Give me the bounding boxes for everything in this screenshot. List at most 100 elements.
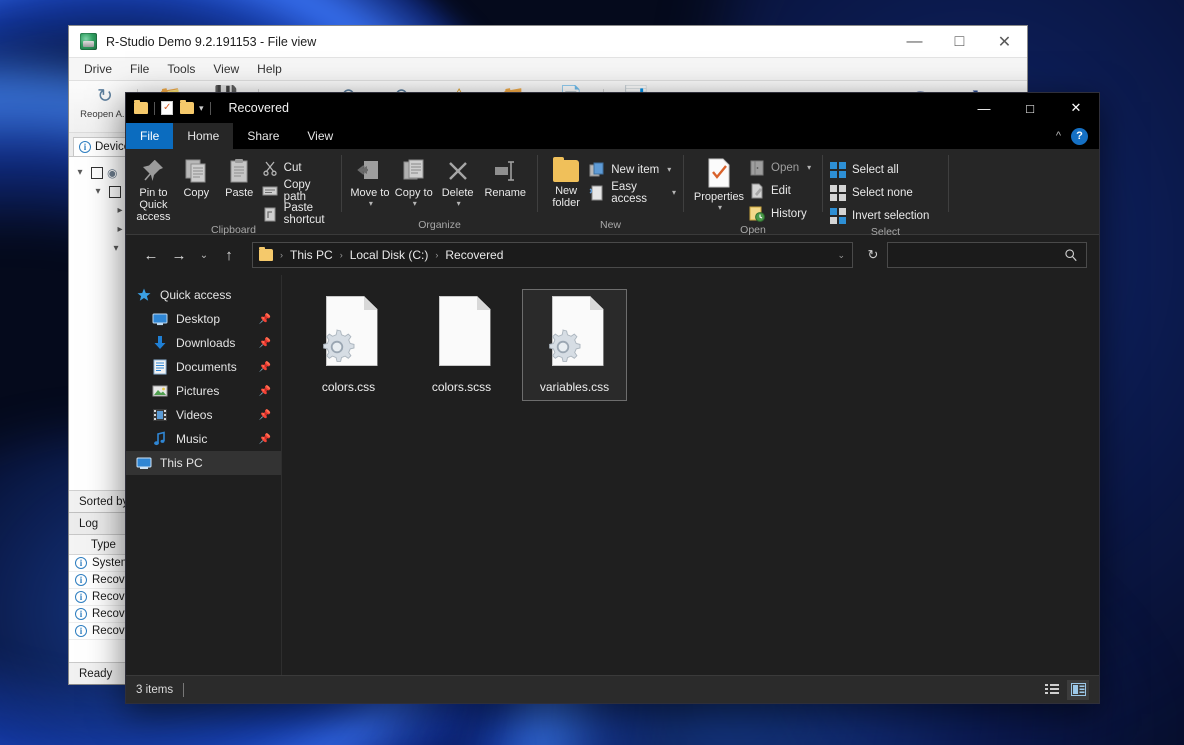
sidebar-item-quick-access[interactable]: Quick access [126,283,281,307]
explorer-minimize-button[interactable]: — [961,93,1007,123]
customize-arrow-icon[interactable]: ▾ [199,103,204,114]
history-button[interactable]: History [749,204,811,223]
rstudio-menubar[interactable]: Drive File Tools View Help [69,58,1027,81]
rstudio-window-controls[interactable]: — □ ✕ [892,26,1027,58]
pin-icon[interactable]: 📌 [259,434,271,445]
chevron-down-icon[interactable]: ▾ [718,203,722,212]
rstudio-titlebar[interactable]: R-Studio Demo 9.2.191153 - File view — □… [69,26,1027,58]
select-all-button[interactable]: Select all [830,160,929,179]
rstudio-close-button[interactable]: ✕ [982,26,1027,58]
pin-icon[interactable]: 📌 [259,314,271,325]
file-item[interactable]: variables.css [522,289,627,401]
chevron-down-icon[interactable]: ▾ [413,199,417,208]
pin-icon[interactable]: 📌 [259,386,271,397]
chevron-down-icon[interactable]: ▾ [73,167,87,178]
pin-icon[interactable]: 📌 [259,410,271,421]
select-none-button[interactable]: Select none [830,183,929,202]
new-item-button[interactable]: New item ▾ [589,160,676,179]
file-list-area[interactable]: colors.css colors.scss variables.css [282,275,1099,675]
menu-file[interactable]: File [121,59,158,79]
menu-tools[interactable]: Tools [158,59,204,79]
explorer-close-button[interactable]: ✕ [1053,93,1099,123]
cut-button[interactable]: Cut [262,158,334,177]
breadcrumb-local-disk[interactable]: Local Disk (C:) [346,248,433,262]
paste-button[interactable]: Paste [219,155,260,199]
explorer-maximize-button[interactable]: □ [1007,93,1053,123]
breadcrumb-recovered[interactable]: Recovered [441,248,507,262]
rstudio-maximize-button[interactable]: □ [937,26,982,58]
delete-button[interactable]: Delete ▾ [437,155,479,208]
move-to-button[interactable]: Move to ▾ [349,155,391,208]
sidebar-item-downloads[interactable]: Downloads 📌 [126,331,281,355]
pin-icon[interactable]: 📌 [259,362,271,373]
pin-to-quick-access-button[interactable]: Pin to Quick access [133,155,174,223]
copy-button[interactable]: Copy [176,155,217,199]
properties-icon[interactable] [161,101,173,115]
menu-drive[interactable]: Drive [75,59,121,79]
file-explorer-window[interactable]: ▾ Recovered — □ ✕ File Home Share View ^… [125,92,1100,704]
chevron-down-icon[interactable]: ▾ [807,163,811,172]
sidebar-item-music[interactable]: Music 📌 [126,427,281,451]
tree-checkbox[interactable] [91,166,103,179]
collapse-ribbon-icon[interactable]: ^ [1056,130,1061,142]
navigation-bar[interactable]: ← → ⌄ ↑ › This PC › Local Disk (C:) › Re… [126,235,1099,275]
copy-path-button[interactable]: Copy path [262,179,334,203]
sidebar-item-videos[interactable]: Videos 📌 [126,403,281,427]
copy-to-button[interactable]: Copy to ▾ [393,155,435,208]
menu-help[interactable]: Help [248,59,291,79]
menu-view[interactable]: View [204,59,248,79]
chevron-down-icon[interactable]: ▾ [369,199,373,208]
tab-share[interactable]: Share [233,123,293,149]
breadcrumb-this-pc[interactable]: This PC [286,248,337,262]
tab-home[interactable]: Home [173,123,234,149]
details-view-button[interactable] [1041,680,1063,700]
open-button[interactable]: Open ▾ [749,158,811,177]
pin-icon[interactable]: 📌 [259,338,271,349]
toolbar-reopen-label: Reopen A... [80,109,130,120]
search-input[interactable] [896,248,1064,262]
up-button[interactable]: ↑ [216,242,242,268]
tab-view[interactable]: View [293,123,347,149]
properties-button[interactable]: Properties ▾ [691,155,747,212]
sidebar-item-documents[interactable]: Documents 📌 [126,355,281,379]
new-folder-button[interactable]: New folder [545,155,587,209]
ribbon[interactable]: Pin to Quick access Copy Paste Cut Copy … [126,149,1099,238]
tree-checkbox[interactable] [109,185,121,198]
sidebar-item-this-pc[interactable]: This PC [126,451,281,475]
folder-icon[interactable] [134,100,148,114]
view-mode-buttons[interactable] [1041,679,1089,700]
chevron-down-icon[interactable]: ▾ [109,243,123,254]
address-bar[interactable]: › This PC › Local Disk (C:) › Recovered … [252,242,853,268]
sidebar-item-desktop[interactable]: Desktop 📌 [126,307,281,331]
navigation-pane[interactable]: Quick access Desktop 📌 Downloads 📌 Docum… [126,275,282,675]
invert-selection-button[interactable]: Invert selection [830,206,929,225]
sidebar-item-pictures[interactable]: Pictures 📌 [126,379,281,403]
rename-label: Rename [484,187,527,199]
back-button[interactable]: ← [138,242,164,268]
explorer-titlebar[interactable]: ▾ Recovered — □ ✕ [126,93,1099,123]
rename-button[interactable]: Rename [481,155,530,199]
edit-button[interactable]: Edit [749,181,811,200]
easy-access-button[interactable]: Easy access ▾ [589,181,676,205]
chevron-down-icon[interactable]: ▾ [457,199,461,208]
forward-button[interactable]: → [166,242,192,268]
chevron-down-icon[interactable]: ▾ [672,188,676,197]
qat-divider-2 [209,101,211,115]
refresh-button[interactable]: ↻ [861,247,885,263]
tab-file[interactable]: File [126,123,174,149]
search-box[interactable] [887,242,1087,268]
chevron-down-icon[interactable]: ▾ [91,186,105,197]
ribbon-tab-right-controls[interactable]: ^ ? [1056,123,1099,149]
file-item[interactable]: colors.scss [409,289,514,401]
large-icons-view-button[interactable] [1067,679,1089,700]
address-dropdown-icon[interactable]: ⌄ [836,250,846,261]
rstudio-minimize-button[interactable]: — [892,26,937,58]
ribbon-tabstrip[interactable]: File Home Share View ^ ? [126,123,1099,149]
help-button[interactable]: ? [1071,127,1088,145]
paste-shortcut-button[interactable]: Paste shortcut [262,202,334,226]
chevron-down-icon[interactable]: ▾ [667,165,671,174]
recent-locations-button[interactable]: ⌄ [194,242,214,268]
new-folder-icon[interactable] [180,100,194,114]
explorer-window-controls[interactable]: — □ ✕ [961,93,1099,123]
file-item[interactable]: colors.css [296,289,401,401]
